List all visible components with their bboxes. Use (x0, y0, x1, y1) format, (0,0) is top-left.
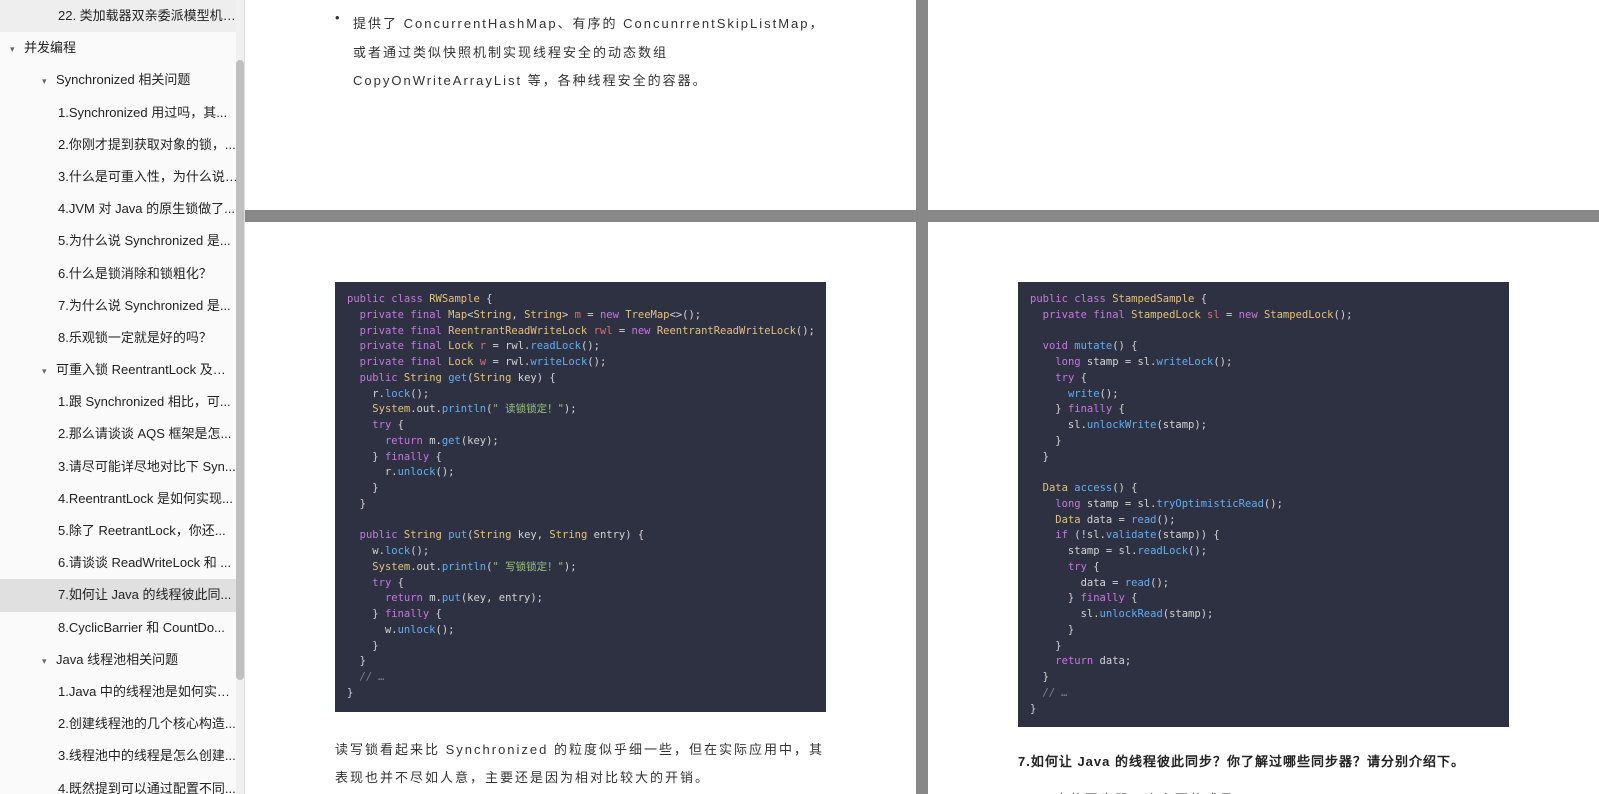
toc-item-label: Java 线程池相关问题 (56, 652, 178, 667)
toc-item[interactable]: 6.什么是锁消除和锁粗化？ (0, 258, 244, 290)
toc-item-label: 3.什么是可重入性，为什么说 ... (58, 169, 239, 184)
toc-item-label: 3.请尽可能详尽地对比下 Syn... (58, 459, 236, 474)
toc-item[interactable]: 3.请尽可能详尽地对比下 Syn... (0, 451, 244, 483)
toc-item-label: 8.乐观锁一定就是好的吗？ (58, 330, 212, 345)
toc-item-label: 1.Java 中的线程池是如何实现... (58, 684, 241, 699)
toc-item[interactable]: ▾Synchronized 相关问题 (0, 64, 244, 96)
toc-item-label: 4.既然提到可以通过配置不同... (58, 781, 236, 794)
code-block-stamped: public class StampedSample { private fin… (1018, 282, 1509, 727)
toc-item[interactable]: ▾Java 线程池相关问题 (0, 644, 244, 676)
string-literal: " 读锁锁定！" (492, 403, 563, 415)
toc-item[interactable]: 4.ReentrantLock 是如何实现... (0, 483, 244, 515)
toc-item[interactable]: 5.除了 ReetrantLock，你还... (0, 515, 244, 547)
page-upper-left: • 提供了 ConcurrentHashMap、有序的 ConcunrrentS… (245, 0, 916, 210)
expand-collapse-icon[interactable]: ▾ (42, 655, 54, 668)
bullet-marker: • (335, 10, 353, 96)
toc-item-label: 2.创建线程池的几个核心构造... (58, 716, 236, 731)
document-viewport: • 提供了 ConcurrentHashMap、有序的 ConcunrrentS… (245, 0, 1599, 794)
toc-item[interactable]: 3.线程池中的线程是怎么创建... (0, 740, 244, 772)
toc-item[interactable]: 4.JVM 对 Java 的原生锁做了... (0, 193, 244, 225)
toc-item-label: 7.如何让 Java 的线程彼此同... (58, 587, 231, 602)
class-name: RWSample (429, 293, 480, 305)
left-column: • 提供了 ConcurrentHashMap、有序的 ConcunrrentS… (245, 0, 916, 794)
paragraph: JUC 中的同步器三个主要的成员：CountDownLatch、CyclicBa… (1018, 786, 1509, 794)
toc-item-label: 5.除了 ReetrantLock，你还... (58, 523, 226, 538)
toc-item[interactable]: 22. 类加载器双亲委派模型机制？ (0, 0, 244, 32)
toc-item-label: 7.为什么说 Synchronized 是... (58, 298, 231, 313)
toc-item[interactable]: 3.什么是可重入性，为什么说 ... (0, 161, 244, 193)
toc-item[interactable]: 2.创建线程池的几个核心构造... (0, 708, 244, 740)
toc-item-label: 8.CyclicBarrier 和 CountDo... (58, 620, 225, 635)
toc-item[interactable]: 8.乐观锁一定就是好的吗？ (0, 322, 244, 354)
toc-item[interactable]: ▾并发编程 (0, 32, 244, 64)
toc-item-label: 可重入锁 ReentrantLock 及其他... (56, 362, 244, 377)
expand-collapse-icon[interactable]: ▾ (42, 75, 54, 88)
toc-item[interactable]: 2.那么请谈谈 AQS 框架是怎... (0, 418, 244, 450)
bullet-item: • 提供了 ConcurrentHashMap、有序的 ConcunrrentS… (335, 10, 826, 96)
toc-item-label: 6.请谈谈 ReadWriteLock 和 ... (58, 555, 231, 570)
sidebar-scrollbar[interactable] (236, 0, 244, 794)
toc-item-label: 2.你刚才提到获取对象的锁，... (58, 137, 236, 152)
toc-item-label: 1.Synchronized 用过吗，其... (58, 105, 227, 120)
page-lower-right: public class StampedSample { private fin… (928, 222, 1599, 794)
section-heading: 7.如何让 Java 的线程彼此同步？你了解过哪些同步器？请分别介绍下。 (1018, 751, 1509, 770)
toc-item[interactable]: 1.Synchronized 用过吗，其... (0, 97, 244, 129)
toc-item[interactable]: 1.Java 中的线程池是如何实现... (0, 676, 244, 708)
paragraph: 读写锁看起来比 Synchronized 的粒度似乎细一些，但在实际应用中，其表… (335, 736, 826, 793)
string-literal: " 写锁锁定！" (492, 561, 563, 573)
code-block-rwsample: public class RWSample { private final Ma… (335, 282, 826, 712)
toc-item[interactable]: 5.为什么说 Synchronized 是... (0, 225, 244, 257)
toc-item[interactable]: 7.如何让 Java 的线程彼此同... (0, 579, 244, 611)
toc-item-label: Synchronized 相关问题 (56, 72, 190, 87)
toc-item[interactable]: 4.既然提到可以通过配置不同... (0, 773, 244, 794)
page-upper-right (928, 0, 1599, 210)
toc-item[interactable]: 7.为什么说 Synchronized 是... (0, 290, 244, 322)
toc-item-label: 4.ReentrantLock 是如何实现... (58, 491, 233, 506)
toc-item-label: 5.为什么说 Synchronized 是... (58, 233, 231, 248)
right-column: public class StampedSample { private fin… (928, 0, 1599, 794)
class-name: StampedSample (1112, 293, 1194, 305)
toc-item[interactable]: ▾可重入锁 ReentrantLock 及其他... (0, 354, 244, 386)
toc-item[interactable]: 6.请谈谈 ReadWriteLock 和 ... (0, 547, 244, 579)
toc-item-label: 1.跟 Synchronized 相比，可... (58, 394, 231, 409)
toc-item-label: 22. 类加载器双亲委派模型机制？ (58, 8, 244, 23)
toc-item-label: 6.什么是锁消除和锁粗化？ (58, 266, 212, 281)
bullet-text: 提供了 ConcurrentHashMap、有序的 ConcunrrentSki… (353, 10, 826, 96)
expand-collapse-icon[interactable]: ▾ (10, 43, 22, 56)
toc-item[interactable]: 1.跟 Synchronized 相比，可... (0, 386, 244, 418)
toc-item-label: 并发编程 (24, 40, 76, 55)
sidebar-scrollbar-thumb[interactable] (236, 60, 244, 680)
toc-item-label: 2.那么请谈谈 AQS 框架是怎... (58, 426, 231, 441)
page-lower-left: public class RWSample { private final Ma… (245, 222, 916, 794)
expand-collapse-icon[interactable]: ▾ (42, 365, 54, 378)
toc-item-label: 4.JVM 对 Java 的原生锁做了... (58, 201, 235, 216)
toc-item[interactable]: 8.CyclicBarrier 和 CountDo... (0, 612, 244, 644)
outline-sidebar: 22. 类加载器双亲委派模型机制？▾并发编程▾Synchronized 相关问题… (0, 0, 245, 794)
toc-item[interactable]: 2.你刚才提到获取对象的锁，... (0, 129, 244, 161)
toc-item-label: 3.线程池中的线程是怎么创建... (58, 748, 236, 763)
